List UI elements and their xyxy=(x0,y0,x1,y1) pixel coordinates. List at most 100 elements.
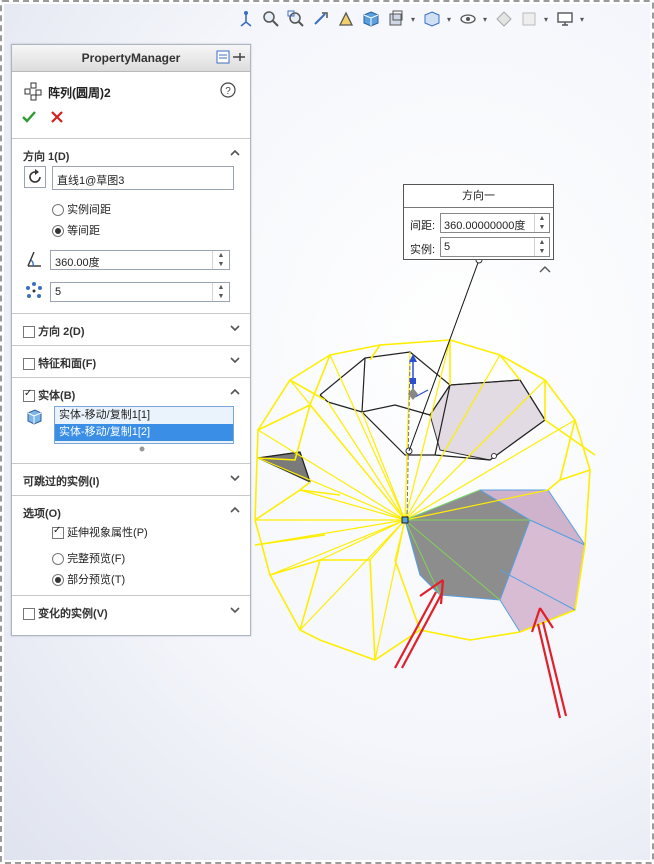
callout-title: 方向一 xyxy=(404,185,553,208)
chevron-down-icon[interactable] xyxy=(228,321,242,335)
instance-spacing-option[interactable]: 实例间距 xyxy=(52,201,111,217)
property-manager-panel: PropertyManager 阵列(圆周)2 ? 方向 1(D) 直线1@草图… xyxy=(11,44,251,636)
pm-title: PropertyManager xyxy=(81,51,181,65)
callout-spacing-value: 360.00000000度 xyxy=(444,220,526,232)
callout-spacing-label: 间距: xyxy=(410,220,436,232)
chevron-up-icon[interactable] xyxy=(228,385,242,399)
heads-up-view-toolbar: ▾ ▾ ▾ ▾ ▾ xyxy=(236,8,586,30)
full-preview-label: 完整预览(F) xyxy=(67,553,126,565)
equal-spacing-radio[interactable] xyxy=(52,225,64,238)
pattern-center-point[interactable] xyxy=(401,516,409,524)
section-view-icon[interactable] xyxy=(336,9,356,29)
full-preview-option[interactable]: 完整预览(F) xyxy=(52,550,125,566)
list-resize-handle[interactable] xyxy=(138,445,146,453)
direction1-section-header[interactable]: 方向 1(D) xyxy=(12,138,250,169)
reverse-direction-icon[interactable] xyxy=(24,166,46,188)
ok-check-icon[interactable] xyxy=(21,109,37,125)
partial-preview-option[interactable]: 部分预览(T) xyxy=(52,571,125,587)
pattern-axis-field[interactable]: 直线1@草图3 xyxy=(52,166,234,190)
chevron-up-icon[interactable] xyxy=(228,503,242,517)
count-spinner[interactable]: ▲ ▼ xyxy=(212,283,229,301)
callout-instances-label: 实例: xyxy=(410,244,436,256)
bodies-checkbox[interactable] xyxy=(23,388,35,403)
direction2-label: 方向 2(D) xyxy=(38,326,85,338)
pm-pin-icon[interactable] xyxy=(232,50,246,64)
options-section-header[interactable]: 选项(O) xyxy=(12,495,250,526)
partial-preview-radio[interactable] xyxy=(52,574,64,587)
hide-show-icon[interactable] xyxy=(422,9,442,29)
view-orient-icon[interactable] xyxy=(236,9,256,29)
equal-spacing-option[interactable]: 等间距 xyxy=(52,222,100,238)
callout-spacing-input[interactable]: 360.00000000度 ▲ ▼ xyxy=(440,213,550,233)
skip-instances-title: 可跳过的实例(I) xyxy=(23,476,100,488)
chevron-down-icon[interactable] xyxy=(228,353,242,367)
list-item[interactable]: 实体-移动/复制1[2] xyxy=(55,424,233,441)
instance-spacing-radio[interactable] xyxy=(52,204,64,217)
scene-icon[interactable] xyxy=(494,9,514,29)
cancel-x-icon[interactable] xyxy=(49,109,65,125)
zoom-fit-icon[interactable] xyxy=(261,9,281,29)
direction2-checkbox[interactable] xyxy=(23,326,35,339)
callout-instances-input[interactable]: 5 ▲ ▼ xyxy=(440,237,550,257)
bodies-title[interactable]: 实体(B) xyxy=(23,387,75,403)
scene-dropdown-icon[interactable]: ▾ xyxy=(544,15,550,24)
property-manager-header: PropertyManager xyxy=(12,45,250,72)
callout-spacing-spinner[interactable]: ▲ ▼ xyxy=(534,214,549,232)
annotation-arrow-left xyxy=(394,579,445,669)
instance-spacing-label: 实例间距 xyxy=(67,204,112,216)
features-faces-title[interactable]: 特征和面(F) xyxy=(23,355,96,371)
varied-instance-checkbox[interactable] xyxy=(23,608,35,621)
monitor-dropdown-icon[interactable]: ▾ xyxy=(580,15,586,24)
scene-settings-icon[interactable] xyxy=(519,9,539,29)
display-style-dropdown-icon[interactable]: ▾ xyxy=(411,15,417,24)
direction2-section-header[interactable]: 方向 2(D) xyxy=(12,313,250,344)
varied-instance-title[interactable]: 变化的实例(V) xyxy=(23,605,108,621)
features-faces-section-header[interactable]: 特征和面(F) xyxy=(12,345,250,376)
svg-text:?: ? xyxy=(225,86,231,97)
appearance-dropdown-icon[interactable]: ▾ xyxy=(483,15,489,24)
direction-callout: 方向一 间距: 360.00000000度 ▲ ▼ 实例: 5 ▲ ▼ xyxy=(403,184,554,260)
zoom-area-icon[interactable] xyxy=(286,9,306,29)
propagate-visual-label: 延伸视象属性(P) xyxy=(67,527,148,539)
propagate-visual-option[interactable]: 延伸视象属性(P) xyxy=(52,524,148,540)
instance-count-icon xyxy=(26,282,42,298)
angle-input[interactable]: 360.00度 ▲ ▼ xyxy=(50,250,230,270)
monitor-icon[interactable] xyxy=(555,9,575,29)
hide-show-dropdown-icon[interactable]: ▾ xyxy=(447,15,453,24)
options-title: 选项(O) xyxy=(23,508,61,520)
angle-icon xyxy=(27,251,41,267)
callout-collapse-icon[interactable] xyxy=(539,266,551,273)
bodies-list[interactable]: 实体-移动/复制1[1] 实体-移动/复制1[2] xyxy=(54,406,234,444)
feature-title: 阵列(圆周)2 xyxy=(48,86,111,100)
angle-value: 360.00度 xyxy=(55,257,100,269)
chevron-down-icon[interactable] xyxy=(228,603,242,617)
varied-instance-section-header[interactable]: 变化的实例(V) xyxy=(12,595,250,626)
pm-config-icon[interactable] xyxy=(216,50,230,64)
chevron-down-icon[interactable] xyxy=(228,471,242,485)
direction2-title[interactable]: 方向 2(D) xyxy=(23,323,85,339)
callout-instances-value: 5 xyxy=(444,241,451,253)
skip-instances-section-header[interactable]: 可跳过的实例(I) xyxy=(12,463,250,494)
view-cube-icon[interactable] xyxy=(361,9,381,29)
instance-count-input[interactable]: 5 ▲ ▼ xyxy=(50,282,230,302)
features-faces-checkbox[interactable] xyxy=(23,358,35,371)
appearance-icon[interactable] xyxy=(458,9,478,29)
circular-pattern-icon xyxy=(24,82,42,101)
help-icon[interactable]: ? xyxy=(220,82,236,98)
direction-handle[interactable] xyxy=(491,453,497,459)
solid-body-icon xyxy=(27,409,42,425)
instance-count-value: 5 xyxy=(55,286,62,298)
triad-icon[interactable] xyxy=(408,354,429,400)
annotation-arrow-right xyxy=(530,607,568,719)
previous-view-icon[interactable] xyxy=(311,9,331,29)
propagate-visual-checkbox[interactable] xyxy=(52,525,64,540)
callout-instances-spinner[interactable]: ▲ ▼ xyxy=(534,238,549,256)
list-item[interactable]: 实体-移动/复制1[1] xyxy=(55,407,233,424)
bodies-section-header[interactable]: 实体(B) xyxy=(12,377,250,408)
chevron-up-icon[interactable] xyxy=(228,146,242,160)
full-preview-radio[interactable] xyxy=(52,553,64,566)
display-style-icon[interactable] xyxy=(386,9,406,29)
equal-spacing-label: 等间距 xyxy=(67,225,101,237)
bodies-label: 实体(B) xyxy=(38,390,76,402)
angle-spinner[interactable]: ▲ ▼ xyxy=(212,251,229,269)
